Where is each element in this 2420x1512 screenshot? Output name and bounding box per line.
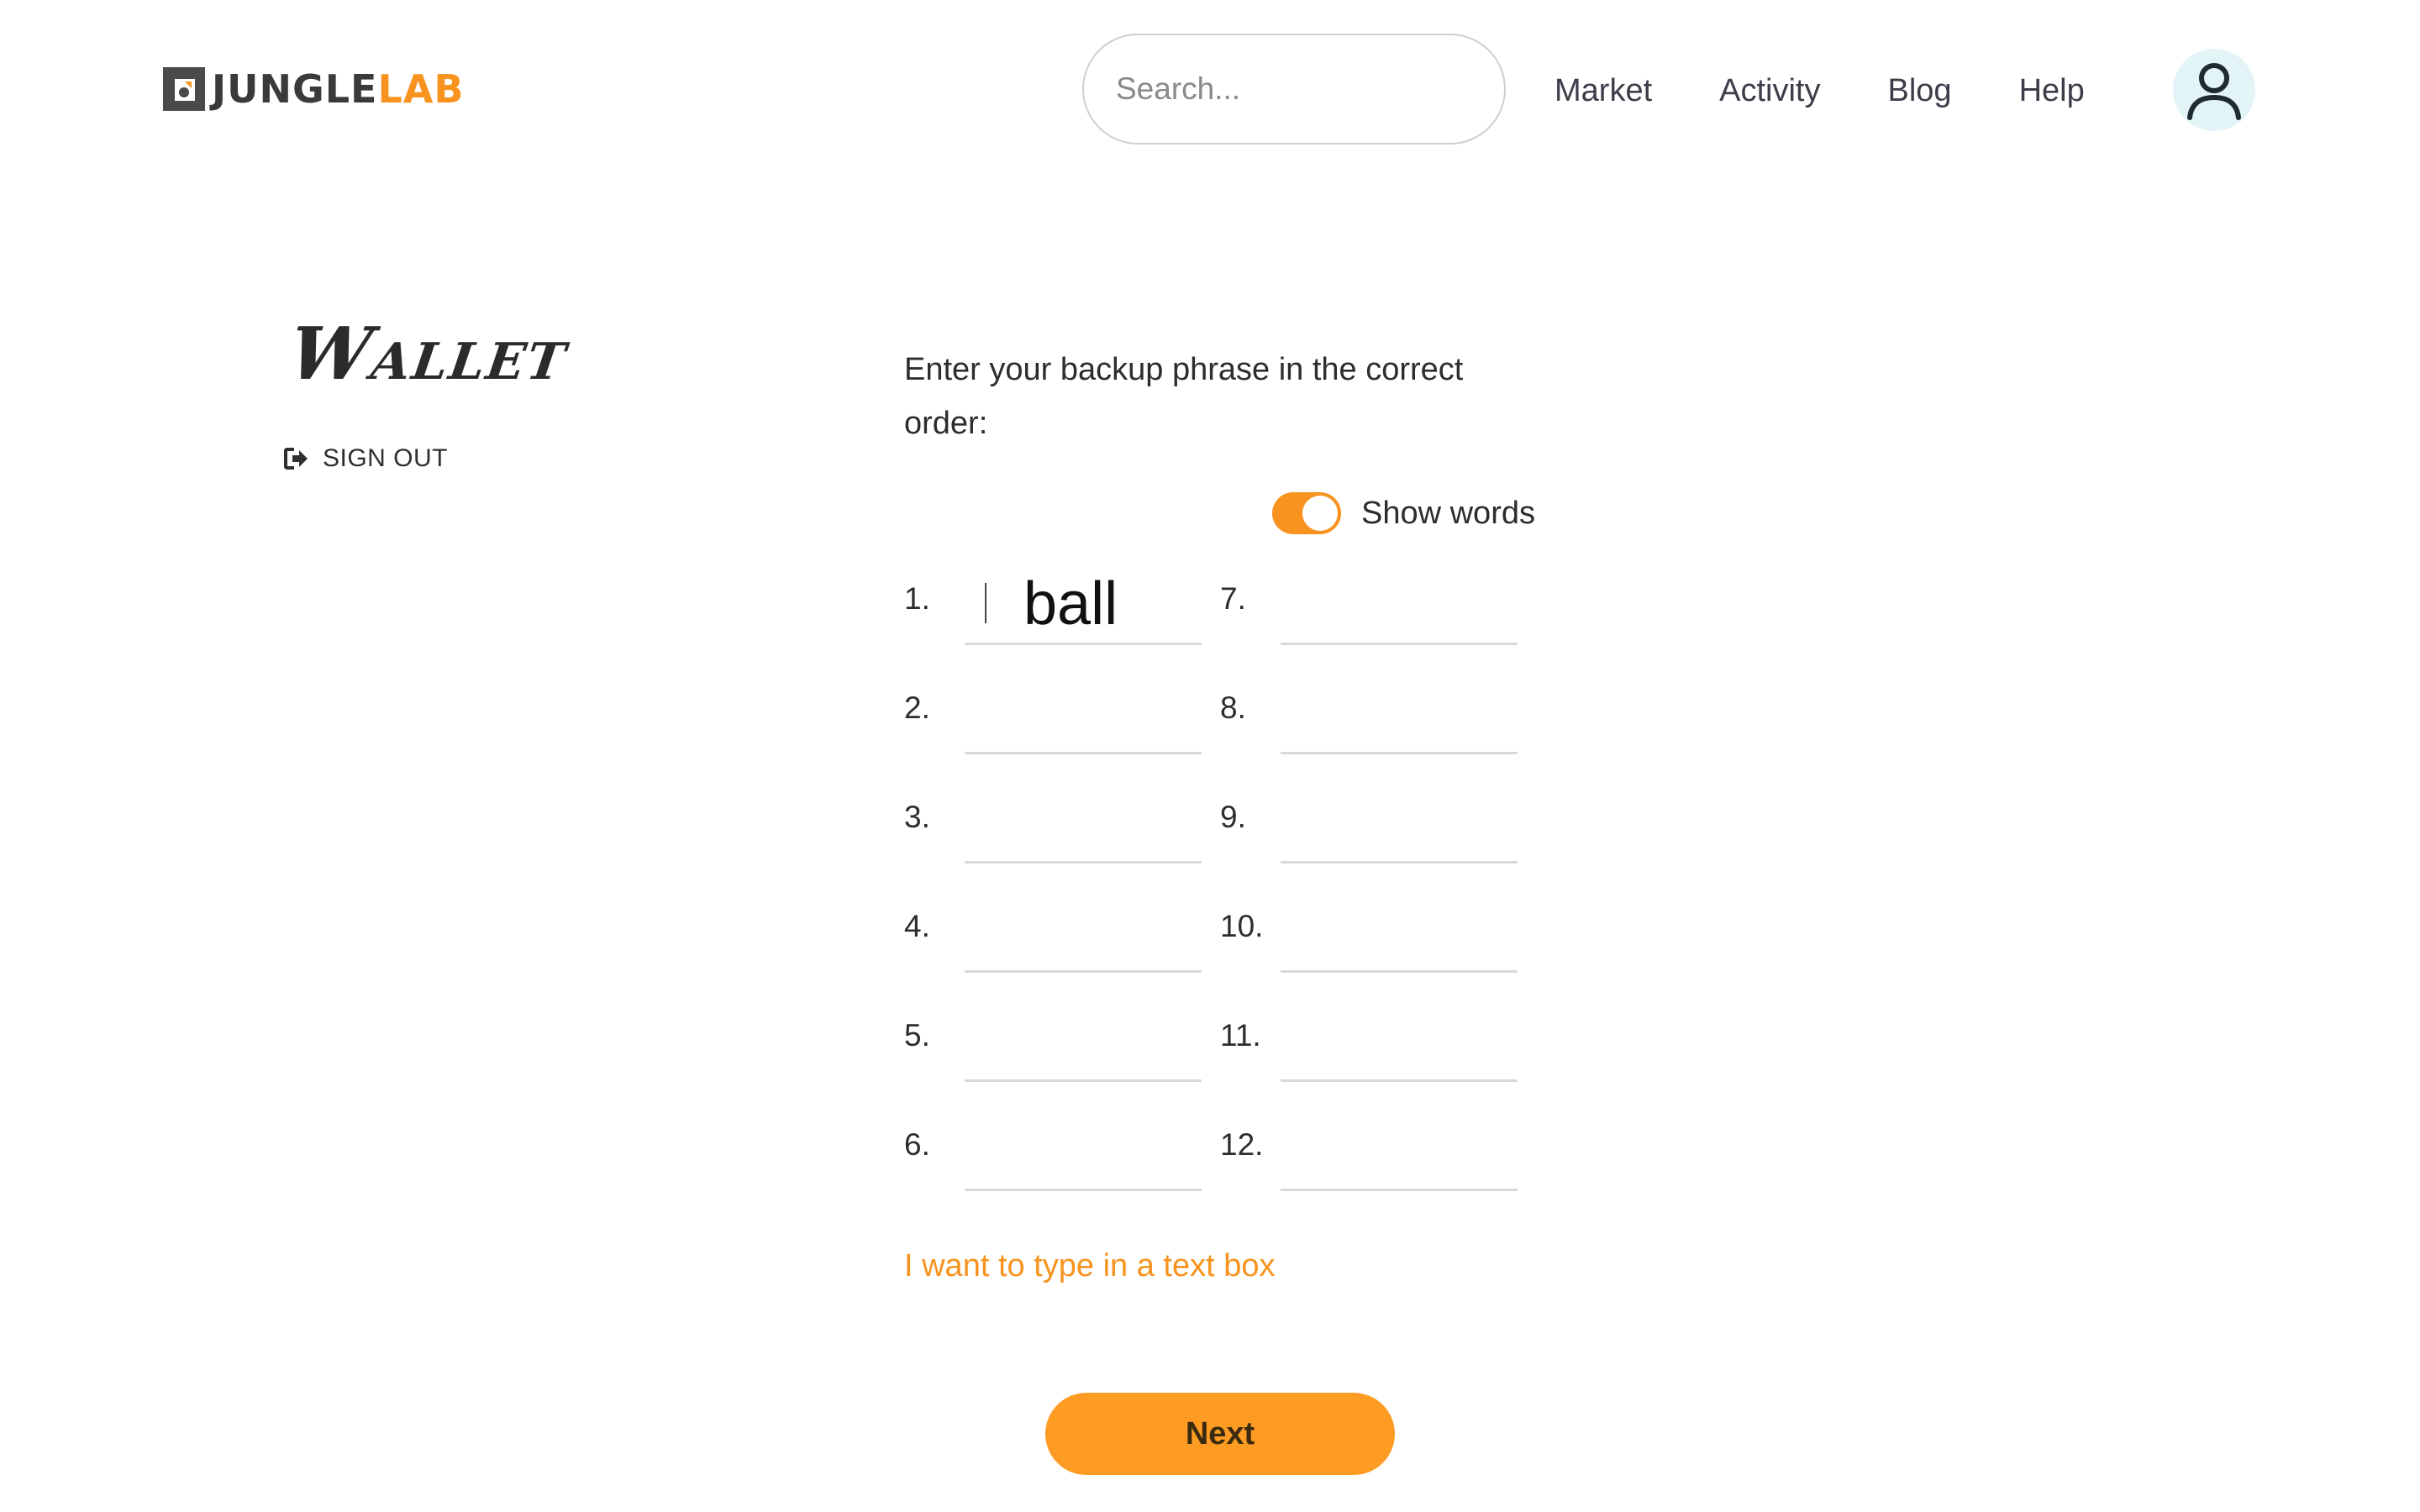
sign-out-button[interactable]: SIGN OUT (284, 442, 448, 475)
word-input-4[interactable] (965, 892, 1202, 973)
word-number: 1. (904, 581, 930, 616)
search-box (1082, 34, 1516, 144)
nav-activity[interactable]: Activity (1719, 73, 1820, 109)
word-input-9[interactable] (1281, 783, 1518, 864)
word-input-3[interactable] (965, 783, 1202, 864)
avatar[interactable] (2173, 49, 2255, 131)
brand-logo[interactable]: JUNGLELAB (163, 67, 464, 111)
word-input-6[interactable] (965, 1110, 1202, 1191)
nav-help[interactable]: Help (2019, 73, 2085, 109)
nav-blog[interactable]: Blog (1888, 73, 1952, 109)
toggle-knob (1302, 496, 1338, 531)
word-input-10[interactable] (1281, 892, 1518, 973)
word-number: 9. (1220, 800, 1246, 834)
nav-market[interactable]: Market (1555, 73, 1652, 109)
next-button[interactable]: Next (1045, 1393, 1395, 1475)
word-number: 4. (904, 909, 930, 943)
word-number: 2. (904, 690, 930, 725)
search-input[interactable] (1116, 71, 1516, 107)
word-input-11[interactable] (1281, 1001, 1518, 1082)
brand-name: JUNGLELAB (212, 67, 464, 111)
page-title: Wallet (284, 312, 574, 396)
show-words-toggle[interactable] (1272, 492, 1341, 534)
word-number: 3. (904, 800, 930, 834)
word-input-7[interactable] (1281, 564, 1518, 645)
word-number: 10. (1220, 909, 1264, 943)
junglelab-logo-icon (163, 67, 205, 111)
sign-out-icon (284, 448, 308, 470)
word-number: 8. (1220, 690, 1246, 725)
word-input-8[interactable] (1281, 674, 1518, 754)
instructions-text: Enter your backup phrase in the correct … (904, 352, 1464, 441)
word-number: 7. (1220, 581, 1246, 616)
word-input-1[interactable] (965, 564, 1202, 645)
show-words-label: Show words (1361, 495, 1535, 531)
word-number: 11. (1220, 1018, 1261, 1053)
user-icon (2187, 63, 2241, 120)
type-in-text-box-link[interactable]: I want to type in a text box (904, 1248, 1275, 1284)
word-input-2[interactable] (965, 674, 1202, 754)
word-input-5[interactable] (965, 1001, 1202, 1082)
word-number: 12. (1220, 1127, 1264, 1162)
sign-out-label: SIGN OUT (323, 444, 449, 472)
brand-name-part2: LAB (377, 66, 465, 112)
word-number: 6. (904, 1127, 930, 1162)
main-nav: Market Activity Blog Help (1555, 66, 2085, 116)
word-input-12[interactable] (1281, 1110, 1518, 1191)
show-words-row: Show words (1272, 491, 1535, 536)
brand-name-part1: JUNGLE (212, 66, 378, 112)
word-number: 5. (904, 1018, 930, 1053)
